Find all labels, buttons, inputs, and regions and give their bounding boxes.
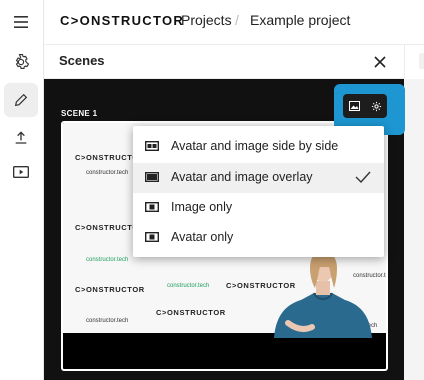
export-button[interactable] [4, 120, 38, 154]
check-icon [355, 171, 371, 183]
scene-label: SCENE 1 [61, 109, 98, 118]
breadcrumb-current: Example project [250, 12, 351, 28]
left-rail [0, 0, 44, 380]
breadcrumb-projects[interactable]: Projects [181, 12, 232, 28]
layout-menu: Avatar and image side by side Avatar and… [133, 126, 384, 257]
menu-item-image-only[interactable]: Image only [133, 193, 384, 223]
avatar-only-icon [145, 232, 159, 242]
close-icon [374, 56, 386, 68]
menu-item-label: Avatar and image overlay [171, 170, 313, 184]
avatar-figure [274, 253, 372, 338]
right-panel-background [404, 79, 424, 380]
brand-logo[interactable]: C>ONSTRUCTOR [60, 13, 184, 28]
menu-item-side-by-side[interactable]: Avatar and image side by side [133, 132, 384, 162]
image-only-icon [145, 202, 159, 212]
upload-icon [15, 131, 27, 144]
menu-item-label: Avatar only [171, 230, 234, 244]
menu-item-avatar-only[interactable]: Avatar only [133, 223, 384, 253]
close-button[interactable] [371, 53, 389, 71]
preview-button[interactable] [4, 155, 38, 189]
edit-button[interactable] [4, 83, 38, 117]
backdrop-url: constructor.tech [86, 318, 129, 324]
menu-item-label: Image only [171, 200, 233, 214]
gear-icon[interactable] [371, 101, 382, 112]
backdrop-url: constructor.tech [167, 283, 210, 289]
layout-image-icon[interactable] [348, 101, 360, 111]
side-by-side-icon [145, 141, 159, 151]
breadcrumb-separator: / [235, 12, 239, 28]
top-bar: C>ONSTRUCTOR Projects / Example project [44, 0, 424, 45]
menu-button[interactable] [4, 5, 38, 39]
panel-title: Scenes [59, 53, 105, 68]
backdrop-logo: C>ONSTRUCTOR [75, 285, 145, 294]
pencil-icon [14, 93, 28, 107]
play-icon [13, 166, 29, 178]
right-panel-edge [404, 45, 424, 78]
menu-item-overlay[interactable]: Avatar and image overlay [133, 163, 384, 193]
overlay-icon [145, 172, 159, 182]
scenes-panel-header: Scenes [44, 45, 404, 79]
hamburger-icon [14, 16, 28, 28]
backdrop-url: constructor.tech [86, 257, 129, 263]
settings-button[interactable] [4, 45, 38, 79]
menu-item-label: Avatar and image side by side [171, 139, 339, 153]
gear-icon [15, 53, 30, 69]
backdrop-url: constructor.tech [86, 170, 129, 176]
backdrop-logo: C>ONSTRUCTOR [156, 308, 226, 317]
